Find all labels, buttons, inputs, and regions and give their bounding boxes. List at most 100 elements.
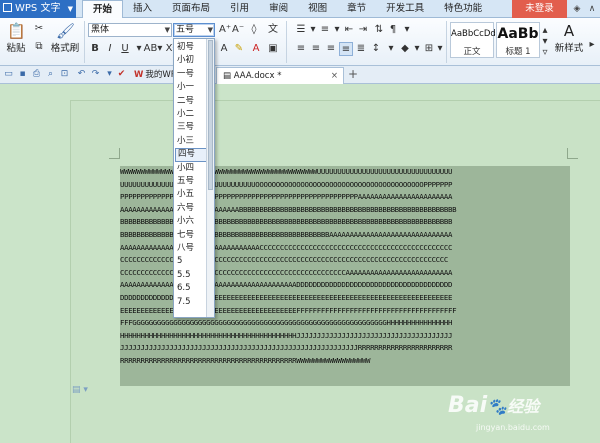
show-marks-icon[interactable]: ¶ [386,23,400,37]
chevron-down-icon[interactable]: ▾ [104,69,115,80]
chevron-down-icon[interactable]: ▾ [400,23,414,37]
tab-document[interactable]: ▤ AAA.docx * × [216,67,344,84]
skin-icon[interactable]: ◈ [571,3,583,15]
text-effect-icon[interactable]: A [217,42,231,56]
tab-page-layout[interactable]: 页面布局 [162,0,220,18]
font-size-option[interactable]: 八号 [175,242,207,255]
clear-format-icon[interactable]: ◊ [247,23,261,37]
font-size-option-selected[interactable]: 四号 [175,148,207,162]
chevron-down-icon[interactable]: ▾ [384,42,398,56]
close-icon[interactable]: × [331,68,338,84]
tab-review[interactable]: 审阅 [259,0,298,18]
font-size-option[interactable]: 小二 [175,108,207,121]
document-icon: ▤ [223,71,234,81]
font-size-option[interactable]: 5 [175,255,207,268]
distribute-icon[interactable]: ≣ [354,42,368,56]
dropdown-scrollbar-thumb[interactable] [208,40,213,190]
format-painter-button[interactable]: 🖌 格式刷 [50,22,80,54]
sort-icon[interactable]: ⇅ [372,23,386,37]
ribbon-scroll-icon[interactable]: ▸ [587,38,597,52]
align-center-icon[interactable]: ≡ [309,42,323,56]
tab-view[interactable]: 视图 [298,0,337,18]
chevron-down-icon: ▼ [164,26,170,34]
ribbon-divider [286,21,287,63]
login-button[interactable]: 未登录 [512,0,567,18]
decrease-indent-icon[interactable]: ⇤ [342,23,356,37]
underline-icon[interactable]: U [118,42,132,56]
grow-font-icon[interactable]: A⁺ [219,23,231,37]
app-menu-button[interactable]: WPS 文字 ▼ [0,0,76,18]
phonetic-guide-icon[interactable]: 文 [264,23,282,37]
font-size-option[interactable]: 7.5 [175,296,207,309]
italic-icon[interactable]: I [103,42,117,56]
font-size-option[interactable]: 小六 [175,215,207,228]
character-border-icon[interactable]: ▣ [266,42,280,56]
open-folder-icon[interactable]: ▭ [3,69,14,80]
add-tab-icon[interactable]: + [348,67,358,81]
tab-special-features[interactable]: 特色功能 [434,0,492,18]
shrink-font-icon[interactable]: A⁻ [232,23,244,37]
export-pdf-icon[interactable]: ⊡ [59,69,70,80]
chevron-down-icon: ▼ [67,5,73,13]
format-painter-label: 格式刷 [50,43,80,54]
align-right-icon[interactable]: ≡ [324,42,338,56]
paragraph-layout-icon[interactable]: ▤ ▾ [72,385,88,395]
tab-sections[interactable]: 章节 [337,0,376,18]
print-preview-icon[interactable]: ⌕ [45,69,56,80]
align-left-icon[interactable]: ≡ [294,42,308,56]
undo-icon[interactable]: ↶ [76,69,87,80]
style-normal[interactable]: AaBbCcDd 正文 [450,22,496,58]
ribbon-divider [446,21,447,63]
cut-icon[interactable]: ✂ [32,22,46,36]
styles-more-icon[interactable]: ▿ [541,46,549,60]
font-size-option[interactable]: 三号 [175,121,207,134]
bold-icon[interactable]: B [88,42,102,56]
justify-icon[interactable]: ≡ [339,42,353,56]
style-heading-1[interactable]: AaBb 标题 1 [496,22,540,58]
copy-icon[interactable]: ⧉ [32,40,46,54]
tab-insert[interactable]: 插入 [123,0,162,18]
title-bar: WPS 文字 ▼ 开始 插入 页面布局 引用 审阅 视图 章节 开发工具 特色功… [0,0,600,19]
highlight-icon[interactable]: ✎ [232,42,246,56]
tab-home[interactable]: 开始 [82,0,124,19]
new-style-label: 新样式 [554,43,584,54]
format-painter-icon: 🖌 [56,22,76,40]
watermark-logo-suffix: 经验 [507,397,540,416]
font-size-option[interactable]: 小五 [175,188,207,201]
strikethrough-icon[interactable]: AB▾ [143,42,163,56]
new-style-button[interactable]: A 新样式 [554,22,584,54]
dropdown-scrollbar[interactable] [206,39,214,317]
paste-button[interactable]: 📋 粘贴 [3,22,29,54]
chevron-down-icon[interactable]: ▾ [433,42,447,56]
redo-icon[interactable]: ↷ [90,69,101,80]
save-icon[interactable]: ▪ [17,69,28,80]
font-size-option[interactable]: 小四 [175,162,207,175]
tab-references[interactable]: 引用 [220,0,259,18]
tab-developer[interactable]: 开发工具 [376,0,434,18]
collapse-ribbon-icon[interactable]: ∧ [586,3,598,15]
style-sample: AaBb [497,26,539,42]
font-size-option[interactable]: 小初 [175,54,207,67]
font-size-option[interactable]: 五号 [175,175,207,188]
font-size-option[interactable]: 小三 [175,135,207,148]
font-size-option[interactable]: 二号 [175,95,207,108]
customize-icon[interactable]: ✔ [116,69,127,80]
increase-indent-icon[interactable]: ⇥ [356,23,370,37]
font-name-select[interactable]: 黑体 ▼ [88,23,172,37]
document-line: JJJJJJJJJJJJJJJJJJJJJJJJJJJJJJJJJJJJJJJJ… [120,343,453,353]
font-size-select[interactable]: 五号 ▼ [173,23,215,37]
font-size-option[interactable]: 6.5 [175,282,207,295]
font-size-option[interactable]: 六号 [175,202,207,215]
font-size-option[interactable]: 5.5 [175,269,207,282]
font-size-option[interactable]: 小一 [175,81,207,94]
document-tab-row: ▭ ▪ ⎙ ⌕ ⊡ ↶ ↷ ▾ ✔ W 我的WPS ▤ AAA.docx * × … [0,66,600,84]
font-size-option[interactable]: 初号 [175,41,207,54]
menu-tabs: 开始 插入 页面布局 引用 审阅 视图 章节 开发工具 特色功能 [82,0,492,19]
font-color-icon[interactable]: A [249,42,263,56]
line-spacing-icon[interactable]: ↕ [369,42,383,56]
print-icon[interactable]: ⎙ [31,69,42,80]
font-size-option[interactable]: 一号 [175,68,207,81]
font-size-option[interactable]: 七号 [175,229,207,242]
document-line: FFFGGGGGGGGGGGGGGGGGGGGGGGGGGGGGGGGGGGGG… [120,318,453,328]
font-size-dropdown: 初号 小初 一号 小一 二号 小二 三号 小三 四号 小四 五号 小五 六号 小… [173,38,215,318]
